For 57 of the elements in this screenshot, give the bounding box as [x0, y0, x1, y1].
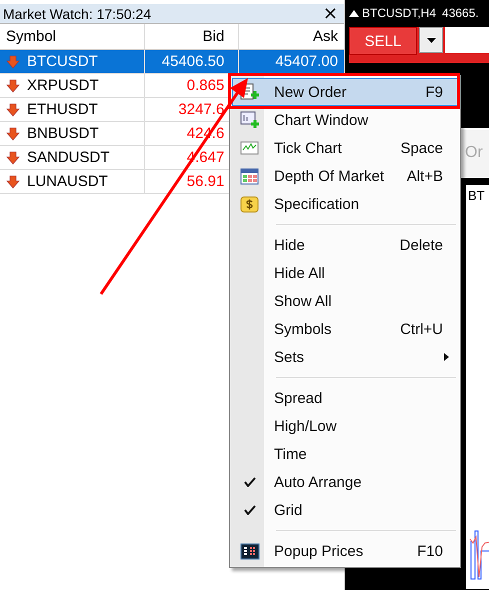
menu-item[interactable]: Show All	[232, 287, 458, 315]
chart-symbol: BTCUSDT,H4	[362, 6, 436, 20]
symbol-text: BTCUSDT	[27, 53, 98, 70]
checkmark-icon	[244, 477, 256, 487]
bid-price: 0.865	[186, 77, 224, 94]
volume-field[interactable]	[445, 27, 489, 53]
menu-item[interactable]: Popup Prices F10	[232, 537, 458, 565]
down-arrow-icon	[6, 174, 20, 188]
menu-item[interactable]: Spread	[232, 384, 458, 412]
close-button[interactable]: ×	[316, 4, 344, 22]
bid-price: 56.91	[186, 173, 224, 190]
menu-item[interactable]: Sets	[232, 343, 458, 371]
panel-title: Market Watch: 17:50:24	[3, 6, 152, 22]
sell-button[interactable]: SELL	[349, 27, 417, 55]
dropdown-button[interactable]	[419, 27, 443, 53]
caret-icon	[426, 38, 436, 42]
menu-item[interactable]: Time	[232, 440, 458, 468]
shortcut-text: F9	[425, 84, 444, 100]
shortcut-text: Delete	[400, 236, 444, 254]
chart-price: 43665.	[442, 6, 479, 20]
menu-item[interactable]: New Order F9	[232, 78, 458, 106]
menu-item[interactable]: High/Low	[232, 412, 458, 440]
down-arrow-icon	[6, 54, 20, 68]
shortcut-text: Ctrl+U	[400, 320, 444, 338]
symbol-text: ETHUSDT	[27, 101, 98, 118]
menu-item[interactable]: Grid	[232, 496, 458, 524]
menu-item[interactable]: Auto Arrange	[232, 468, 458, 496]
shortcut-text: Space	[400, 140, 444, 156]
menu-item[interactable]: Symbols Ctrl+U	[232, 315, 458, 343]
checkmark-icon	[244, 505, 256, 515]
bid-price: 3247.6	[178, 101, 224, 118]
down-arrow-icon	[6, 78, 20, 92]
symbol-text: SANDUSDT	[27, 149, 110, 166]
chart-plus-icon	[240, 111, 260, 129]
down-arrow-icon	[6, 150, 20, 164]
shortcut-text: Alt+B	[406, 168, 444, 184]
menu-item[interactable]: Hide Delete	[232, 231, 458, 259]
column-header[interactable]: Ask	[239, 24, 344, 49]
shortcut-text: F10	[417, 542, 444, 560]
dollar-icon	[240, 195, 260, 213]
symbol-text: BNBUSDT	[27, 125, 99, 142]
down-arrow-icon	[6, 126, 20, 140]
bid-price: 45406.50	[162, 53, 224, 70]
symbol-text: XRPUSDT	[27, 77, 99, 94]
column-header[interactable]: Symbol	[0, 24, 145, 49]
table-row[interactable]: BTCUSDT 45406.50 45407.00	[0, 50, 344, 74]
chart-label: BT	[468, 188, 485, 203]
column-header[interactable]: Bid	[144, 24, 240, 49]
down-arrow-icon	[6, 102, 20, 116]
menu-item[interactable]: Hide All	[232, 259, 458, 287]
tick-chart-icon	[240, 139, 260, 157]
table-icon	[240, 167, 260, 185]
symbol-text: LUNAUSDT	[27, 173, 108, 190]
price-list-icon	[240, 542, 260, 560]
triangle-icon	[349, 9, 359, 17]
submenu-arrow-icon	[444, 353, 449, 361]
ask-price: 45407.00	[275, 53, 338, 70]
